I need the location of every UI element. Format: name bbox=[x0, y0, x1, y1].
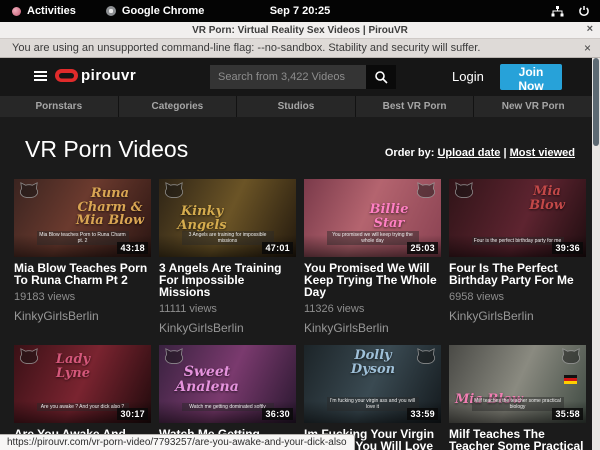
system-top-bar: Activities Google Chrome Sep 7 20:25 bbox=[0, 0, 600, 22]
thumbnail-caption: Watch me getting dominated softly bbox=[182, 403, 274, 411]
video-thumbnail[interactable]: Billie Star You promised we will keep tr… bbox=[304, 179, 441, 257]
thumbnail-performer-text: Billie Star bbox=[353, 203, 425, 230]
search-input[interactable] bbox=[210, 65, 366, 89]
video-title-link[interactable]: Mia Blow Teaches Porn To Runa Charm Pt 2 bbox=[14, 262, 151, 286]
video-duration-badge: 25:03 bbox=[407, 242, 438, 254]
thumbnail-performer-text: Mia Blow bbox=[514, 185, 580, 212]
thumbnail-performer-text: Kinky Angels bbox=[167, 205, 237, 232]
tab-close-icon[interactable]: × bbox=[587, 23, 593, 35]
video-card: Billie Star You promised we will keep tr… bbox=[304, 179, 441, 335]
status-bar-url: https://pirouvr.com/vr-porn-video/779325… bbox=[0, 434, 355, 450]
studio-watermark-cat-icon bbox=[416, 182, 436, 200]
search-icon bbox=[374, 70, 388, 84]
thumbnail-caption: Are you awake ? And your dick also ? bbox=[37, 403, 129, 411]
nav-item-new-vr-porn[interactable]: New VR Porn bbox=[474, 96, 592, 117]
order-by-label: Order by: bbox=[385, 147, 435, 159]
page-title: VR Porn Videos bbox=[25, 136, 188, 163]
video-thumbnail[interactable]: Kinky Angels 3 Angels are training for i… bbox=[159, 179, 296, 257]
video-duration-badge: 47:01 bbox=[262, 242, 293, 254]
video-views: 19183 views bbox=[14, 291, 151, 303]
order-by-most-viewed-link[interactable]: Most viewed bbox=[510, 147, 575, 159]
browser-scrollbar[interactable] bbox=[592, 58, 600, 450]
video-views: 6958 views bbox=[449, 291, 586, 303]
nav-item-categories[interactable]: Categories bbox=[119, 96, 238, 117]
thumbnail-performer-text: Sweet Analena bbox=[167, 365, 247, 394]
studio-watermark-cat-icon bbox=[416, 348, 436, 366]
thumbnail-performer-text: Lady Lyne bbox=[40, 353, 106, 380]
video-card: Mia Blow Milf teaches the teacher some p… bbox=[449, 345, 586, 450]
studio-watermark-cat-icon bbox=[164, 348, 184, 366]
site-logo[interactable]: pirouvr bbox=[55, 67, 136, 84]
order-by-controls: Order by: Upload date | Most viewed bbox=[385, 147, 575, 163]
studio-watermark-cat-icon bbox=[454, 182, 474, 200]
power-icon[interactable] bbox=[578, 5, 590, 17]
thumbnail-caption: Milf teaches the teacher some practical … bbox=[472, 397, 564, 411]
video-grid: Runa Charm & Mia Blow Mia Blow teaches P… bbox=[14, 179, 586, 450]
menu-hamburger-icon[interactable] bbox=[34, 71, 47, 83]
browser-tab-strip: VR Porn: Virtual Reality Sex Videos | Pi… bbox=[0, 22, 600, 39]
vr-headset-icon bbox=[55, 69, 78, 82]
join-now-button[interactable]: Join Now bbox=[500, 64, 562, 90]
thumbnail-caption: Four is the perfect birthday party for m… bbox=[472, 237, 564, 245]
studio-watermark-cat-icon bbox=[164, 182, 184, 200]
thumbnail-caption: I'm fucking your virgin ass and you will… bbox=[327, 397, 419, 411]
browser-tab-title[interactable]: VR Porn: Virtual Reality Sex Videos | Pi… bbox=[192, 25, 408, 36]
order-by-upload-date-link[interactable]: Upload date bbox=[437, 147, 500, 159]
order-by-separator: | bbox=[503, 147, 506, 159]
video-thumbnail[interactable]: Dolly Dyson I'm fucking your virgin ass … bbox=[304, 345, 441, 423]
video-title-link[interactable]: 3 Angels Are Training For Impossible Mis… bbox=[159, 262, 296, 298]
video-card: Kinky Angels 3 Angels are training for i… bbox=[159, 179, 296, 335]
video-duration-badge: 36:30 bbox=[262, 408, 293, 420]
video-title-link[interactable]: Milf Teaches The Teacher Some Practical … bbox=[449, 428, 586, 450]
nav-item-studios[interactable]: Studios bbox=[237, 96, 356, 117]
studio-watermark-cat-icon bbox=[19, 182, 39, 200]
video-studio-link[interactable]: KinkyGirlsBerlin bbox=[449, 309, 586, 323]
thumbnail-performer-text: Dolly Dyson bbox=[332, 349, 414, 376]
thumbnail-caption: 3 Angels are training for impossible mis… bbox=[182, 231, 274, 245]
video-duration-badge: 39:36 bbox=[552, 242, 583, 254]
nav-item-pornstars[interactable]: Pornstars bbox=[0, 96, 119, 117]
login-link[interactable]: Login bbox=[452, 69, 484, 84]
video-thumbnail[interactable]: Sweet Analena Watch me getting dominated… bbox=[159, 345, 296, 423]
video-views: 11111 views bbox=[159, 303, 296, 315]
video-card: Mia Blow Four is the perfect birthday pa… bbox=[449, 179, 586, 335]
thumbnail-caption: Mia Blow teaches Porn to Runa Charm pt. … bbox=[37, 231, 129, 245]
video-duration-badge: 43:18 bbox=[117, 242, 148, 254]
video-duration-badge: 35:58 bbox=[552, 408, 583, 420]
video-studio-link[interactable]: KinkyGirlsBerlin bbox=[14, 309, 151, 323]
page-heading-row: VR Porn Videos Order by: Upload date | M… bbox=[25, 133, 575, 163]
search-bar bbox=[210, 65, 396, 89]
system-clock[interactable]: Sep 7 20:25 bbox=[0, 5, 600, 17]
video-thumbnail[interactable]: Runa Charm & Mia Blow Mia Blow teaches P… bbox=[14, 179, 151, 257]
video-thumbnail[interactable]: Mia Blow Four is the perfect birthday pa… bbox=[449, 179, 586, 257]
video-studio-link[interactable]: KinkyGirlsBerlin bbox=[159, 321, 296, 335]
main-nav: Pornstars Categories Studios Best VR Por… bbox=[0, 96, 592, 117]
video-duration-badge: 30:17 bbox=[117, 408, 148, 420]
video-duration-badge: 33:59 bbox=[407, 408, 438, 420]
warning-close-icon[interactable]: × bbox=[584, 41, 591, 55]
warning-text: You are using an unsupported command-lin… bbox=[12, 42, 480, 54]
german-flag-icon bbox=[564, 375, 577, 384]
site-logo-text: pirouvr bbox=[81, 67, 136, 84]
video-views: 11326 views bbox=[304, 303, 441, 315]
studio-watermark-cat-icon bbox=[19, 348, 39, 366]
network-tree-icon[interactable] bbox=[551, 6, 564, 17]
thumbnail-performer-text: Runa Charm & Mia Blow bbox=[73, 187, 147, 228]
page-viewport: pirouvr Login Join Now Pornstars Categor… bbox=[0, 58, 600, 450]
thumbnail-caption: You promised we will keep trying the who… bbox=[327, 231, 419, 245]
studio-watermark-cat-icon bbox=[561, 348, 581, 366]
video-title-link[interactable]: You Promised We Will Keep Trying The Who… bbox=[304, 262, 441, 298]
video-card: Runa Charm & Mia Blow Mia Blow teaches P… bbox=[14, 179, 151, 335]
search-button[interactable] bbox=[366, 65, 396, 89]
nav-item-best-vr-porn[interactable]: Best VR Porn bbox=[356, 96, 475, 117]
site-header: pirouvr Login Join Now bbox=[0, 58, 600, 96]
video-studio-link[interactable]: KinkyGirlsBerlin bbox=[304, 321, 441, 335]
video-title-link[interactable]: Four Is The Perfect Birthday Party For M… bbox=[449, 262, 586, 286]
browser-warning-bar: You are using an unsupported command-lin… bbox=[0, 39, 600, 58]
video-thumbnail[interactable]: Lady Lyne Are you awake ? And your dick … bbox=[14, 345, 151, 423]
scrollbar-thumb[interactable] bbox=[593, 58, 599, 146]
video-thumbnail[interactable]: Mia Blow Milf teaches the teacher some p… bbox=[449, 345, 586, 423]
